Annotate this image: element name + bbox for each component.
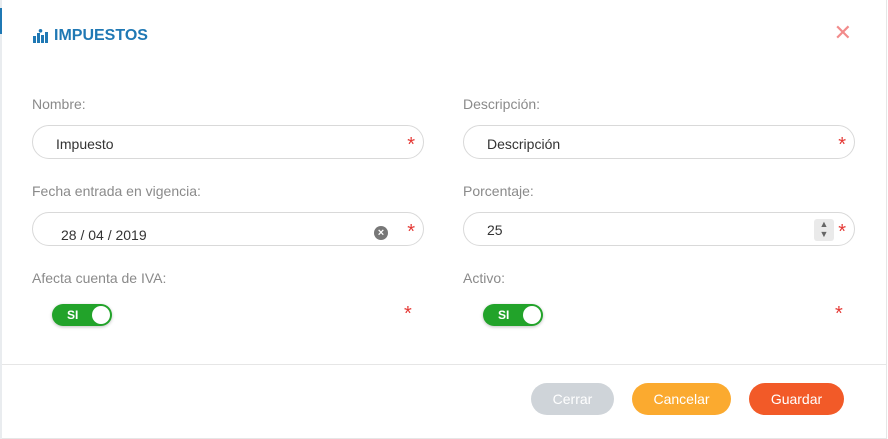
descripcion-value: Descripción [487, 136, 561, 152]
afecta-iva-toggle[interactable]: SI [52, 304, 112, 326]
descripcion-label: Descripción: [463, 96, 541, 112]
nombre-field[interactable]: Impuesto * [32, 125, 424, 159]
porcentaje-label: Porcentaje: [463, 183, 534, 199]
activo-label: Activo: [463, 270, 506, 286]
toggle-label: SI [67, 308, 79, 322]
toggle-knob [92, 306, 110, 324]
fecha-label: Fecha entrada en vigencia: [32, 183, 201, 199]
fecha-value: 28 / 04 / 2019 [61, 227, 147, 243]
required-mark: * [407, 134, 415, 156]
activo-toggle[interactable]: SI [483, 304, 543, 326]
required-mark: * [835, 303, 843, 325]
descripcion-field[interactable]: Descripción * [463, 125, 855, 159]
bar-chart-icon [33, 29, 48, 43]
footer-divider [2, 364, 886, 365]
porcentaje-value: 25 [487, 222, 503, 238]
nombre-label: Nombre: [32, 96, 86, 112]
required-mark: * [838, 221, 846, 243]
cancel-button[interactable]: Cancelar [632, 383, 731, 415]
required-mark: * [404, 303, 412, 325]
porcentaje-field[interactable]: 25 ▲ ▼ * [463, 212, 855, 246]
toggle-label: SI [498, 308, 510, 322]
number-spinner[interactable]: ▲ ▼ [814, 219, 834, 241]
modal-title-text: IMPUESTOS [54, 27, 148, 44]
fecha-field[interactable]: 28 / 04 / 2019 × * [32, 212, 424, 246]
close-icon[interactable]: ✕ [834, 22, 852, 44]
save-button[interactable]: Guardar [749, 383, 844, 415]
modal-title: IMPUESTOS [33, 27, 148, 45]
afecta-iva-label: Afecta cuenta de IVA: [32, 270, 167, 286]
tax-modal: IMPUESTOS ✕ Nombre: Impuesto * Descripci… [2, 0, 887, 439]
clear-date-icon[interactable]: × [374, 226, 388, 240]
close-button[interactable]: Cerrar [531, 383, 614, 415]
required-mark: * [838, 134, 846, 156]
nombre-value: Impuesto [56, 136, 114, 152]
required-mark: * [407, 221, 415, 243]
toggle-knob [523, 306, 541, 324]
